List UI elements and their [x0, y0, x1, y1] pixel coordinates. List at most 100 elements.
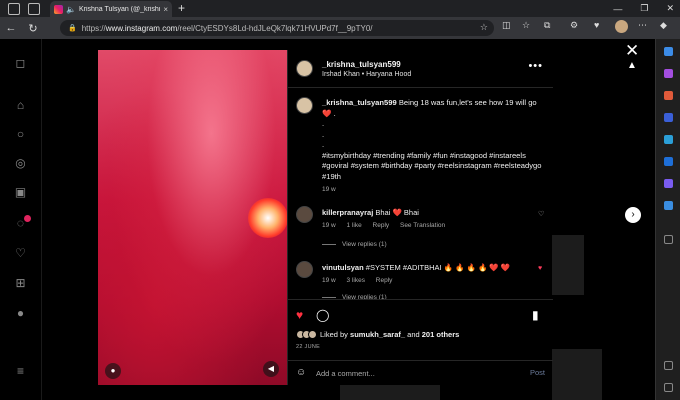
- view-replies-button[interactable]: View replies (1): [322, 241, 387, 248]
- url-field[interactable]: 🔒 https://www.instagram.com/reel/CtyESDY…: [60, 20, 494, 36]
- liked-by-user[interactable]: sumukh_saraf_: [350, 330, 405, 339]
- lock-icon[interactable]: 🔒: [68, 24, 77, 32]
- tools-icon[interactable]: [664, 91, 673, 100]
- avatar[interactable]: [296, 97, 313, 114]
- maximize-button[interactable]: ❐: [640, 3, 648, 14]
- designer-icon[interactable]: [664, 179, 673, 188]
- favorite-star-icon[interactable]: ☆: [480, 22, 488, 33]
- menu-icon[interactable]: ≡: [14, 365, 27, 378]
- collections-icon[interactable]: ⧉: [544, 20, 550, 31]
- background-post-thumbnail: [340, 385, 440, 400]
- liked-by-prefix: Liked by: [320, 330, 348, 339]
- instagram-nav: ◻ ⌂ ○ ◎ ▣ ◌ ♡ ⊞ ● ≡: [0, 39, 42, 400]
- liked-by-summary[interactable]: Liked by sumukh_saraf_ and 201 others: [296, 330, 459, 339]
- save-bookmark-icon[interactable]: ▮: [532, 309, 539, 321]
- split-screen-icon[interactable]: ◫: [502, 20, 511, 31]
- add-sidebar-icon[interactable]: [664, 235, 673, 244]
- video-frame-detail: [137, 75, 183, 100]
- add-comment-input[interactable]: [316, 366, 506, 380]
- post-date: 22 JUNE: [296, 344, 321, 350]
- reel-video[interactable]: ● ◀: [98, 50, 287, 385]
- tab-close-icon[interactable]: ×: [163, 5, 168, 14]
- url-path: /reel/CtyESDYs8Ld-hdJLeQk7lqk71HVUPd7f__…: [177, 23, 373, 33]
- browser-avatar[interactable]: [615, 20, 628, 33]
- home-icon[interactable]: ⌂: [14, 99, 27, 112]
- reply-button[interactable]: Reply: [376, 277, 393, 284]
- post-modal: ● ◀ _krishna_tulsyan599 Irshad Khan • Ha…: [98, 50, 553, 385]
- close-icon[interactable]: ✕: [625, 42, 639, 59]
- new-tab-button[interactable]: +: [178, 1, 185, 15]
- background-post-thumbnail: [552, 235, 584, 295]
- caption-hashtags[interactable]: #itsmybirthday #trending #family #fun #i…: [322, 151, 542, 181]
- liked-by-others[interactable]: 201 others: [422, 330, 460, 339]
- avatar[interactable]: [296, 60, 313, 77]
- browser-tab-instagram[interactable]: 🔈 Krishna Tulsyan (@_krishna... ×: [50, 1, 172, 17]
- post-details-panel: _krishna_tulsyan599 Irshad Khan • Haryan…: [287, 50, 553, 385]
- caption-dot: .: [322, 140, 325, 149]
- notifications-heart-icon[interactable]: ♡: [14, 247, 27, 260]
- close-window-button[interactable]: ✕: [666, 3, 674, 14]
- comment-likes[interactable]: 1 like: [347, 222, 362, 229]
- back-arrow-icon[interactable]: ←: [0, 22, 22, 34]
- comment-username[interactable]: killerpranayraj: [322, 208, 373, 217]
- caption-heart: ❤️: [322, 108, 332, 118]
- profile-icon[interactable]: [8, 2, 20, 15]
- user-tags-icon[interactable]: ●: [105, 363, 121, 379]
- url-host: www.instagram.com: [105, 23, 178, 33]
- instagram-logo-icon[interactable]: ◻: [14, 57, 27, 70]
- explore-icon[interactable]: ◎: [14, 157, 27, 170]
- audio-label[interactable]: Irshad Khan • Haryana Hood: [322, 71, 411, 78]
- next-post-chevron-icon[interactable]: ›: [625, 207, 641, 223]
- extensions-icon[interactable]: ⚙: [570, 20, 578, 31]
- comment-likes[interactable]: 3 likes: [347, 277, 365, 284]
- customize-icon[interactable]: [664, 383, 673, 392]
- avatar[interactable]: [296, 206, 313, 223]
- speaker-icon[interactable]: 🔈: [66, 5, 76, 14]
- comment-meta: 19 w 1 like Reply See Translation: [322, 222, 454, 229]
- shopping-icon[interactable]: [664, 69, 673, 78]
- edge-sidebar: [655, 39, 680, 400]
- comment-icon[interactable]: ◯: [316, 309, 329, 321]
- sidebar-settings-icon[interactable]: [664, 361, 673, 370]
- create-icon[interactable]: ⊞: [14, 277, 27, 290]
- caption-dot: .: [333, 108, 336, 118]
- microsoft365-icon[interactable]: [664, 135, 673, 144]
- comment-like-heart-icon[interactable]: ♡: [538, 210, 544, 218]
- search-icon[interactable]: ○: [14, 128, 27, 141]
- tab-title: Krishna Tulsyan (@_krishna...: [78, 5, 160, 13]
- caption-dot: .: [322, 119, 325, 128]
- comment-username[interactable]: vinutulsyan: [322, 263, 364, 272]
- outlook-icon[interactable]: [664, 157, 673, 166]
- workspaces-icon[interactable]: [28, 2, 40, 15]
- post-caption: _krishna_tulsyan599 Being 18 was fun,let…: [322, 98, 544, 182]
- comment-time: 19 w: [322, 222, 336, 229]
- comment-meta: 19 w 3 likes Reply: [322, 277, 401, 284]
- minimize-button[interactable]: —: [613, 4, 622, 14]
- caption-dot: .: [322, 129, 325, 139]
- caption-username[interactable]: _krishna_tulsyan599: [322, 98, 397, 107]
- comment-liked-heart-icon[interactable]: ♥: [538, 265, 542, 272]
- avatar[interactable]: [296, 261, 313, 278]
- caption-text: Being 18 was fun,let's see how 19 will g…: [398, 98, 537, 107]
- reels-icon[interactable]: ▣: [14, 186, 27, 199]
- games-icon[interactable]: [664, 113, 673, 122]
- emoji-icon[interactable]: ☺: [296, 367, 306, 378]
- heart-extension-icon[interactable]: ♥: [594, 20, 599, 30]
- see-translation-button[interactable]: See Translation: [400, 222, 445, 229]
- more-options-icon[interactable]: •••: [528, 60, 543, 72]
- copilot-icon[interactable]: ◆: [660, 20, 667, 31]
- reply-button[interactable]: Reply: [373, 222, 390, 229]
- post-username[interactable]: _krishna_tulsyan599: [322, 60, 401, 69]
- url-prefix: https://: [81, 23, 106, 33]
- liker-avatar: [308, 330, 317, 339]
- post-comment-button[interactable]: Post: [530, 368, 545, 377]
- drop-icon[interactable]: [664, 201, 673, 210]
- profile-avatar-icon[interactable]: ●: [14, 307, 27, 320]
- like-heart-icon[interactable]: ♥: [296, 309, 303, 321]
- reload-icon[interactable]: ↻: [22, 22, 44, 35]
- favorites-icon[interactable]: ☆: [522, 20, 530, 31]
- browser-tab-bar: 🔈 Krishna Tulsyan (@_krishna... × + — ❐ …: [0, 0, 680, 17]
- search-sidebar-icon[interactable]: [664, 47, 673, 56]
- audio-toggle-icon[interactable]: ◀: [263, 361, 279, 377]
- browser-menu-icon[interactable]: ⋯: [638, 20, 647, 31]
